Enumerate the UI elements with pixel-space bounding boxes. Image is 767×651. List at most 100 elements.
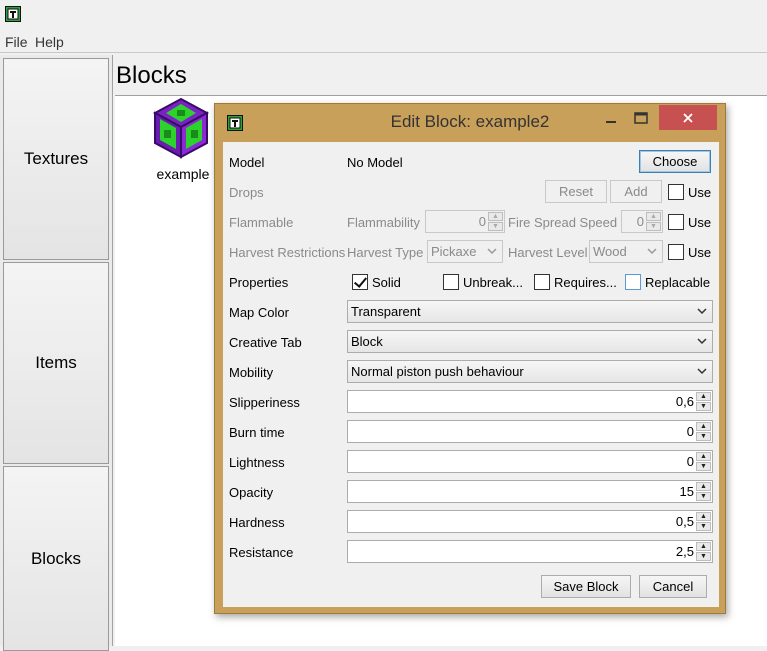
harvest-level-select[interactable]: Wood <box>589 240 663 263</box>
spinner-arrows: ▲ ▼ <box>696 422 711 441</box>
burn-time-label: Burn time <box>229 425 285 440</box>
mobility-select[interactable]: Normal piston push behaviour <box>347 360 713 383</box>
flammable-use-checkbox[interactable] <box>668 214 684 230</box>
chevron-down-icon <box>696 364 708 378</box>
burn-time-value: 0 <box>686 424 694 439</box>
close-button[interactable] <box>659 105 717 130</box>
cancel-button[interactable]: Cancel <box>639 575 707 598</box>
harvest-level-label: Harvest Level <box>508 245 588 260</box>
spinner-up-icon[interactable]: ▲ <box>646 212 661 221</box>
creative-tab-value: Block <box>351 334 383 349</box>
choose-model-button[interactable]: Choose <box>639 150 711 173</box>
harvest-level-value: Wood <box>593 244 627 259</box>
menu-help[interactable]: Help <box>35 34 64 50</box>
model-label: Model <box>229 155 265 170</box>
dialog-body: Model No Model Choose Drops Reset Add Us… <box>223 142 719 607</box>
spinner-up-icon[interactable]: ▲ <box>696 392 711 401</box>
mobility-label: Mobility <box>229 365 274 380</box>
spinner-arrows: ▲ ▼ <box>696 482 711 501</box>
spinner-up-icon[interactable]: ▲ <box>696 452 711 461</box>
flammable-label: Flammable <box>229 215 294 230</box>
requires-tool-checkbox[interactable] <box>534 274 550 290</box>
drops-add-button[interactable]: Add <box>610 180 662 203</box>
hardness-label: Hardness <box>229 515 285 530</box>
fire-spread-spinner[interactable]: 0 ▲ ▼ <box>621 210 663 233</box>
spinner-arrows: ▲ ▼ <box>488 212 503 231</box>
spinner-up-icon[interactable]: ▲ <box>488 212 503 221</box>
flammability-value: 0 <box>478 214 486 229</box>
slipperiness-spinner[interactable]: 0,6 ▲ ▼ <box>347 390 713 413</box>
spinner-up-icon[interactable]: ▲ <box>696 512 711 521</box>
menu-file[interactable]: File <box>5 34 28 50</box>
spinner-down-icon[interactable]: ▼ <box>696 492 711 501</box>
window-titlebar <box>0 0 767 30</box>
main-header: Blocks <box>115 55 767 96</box>
spinner-down-icon[interactable]: ▼ <box>696 402 711 411</box>
creative-tab-label: Creative Tab <box>229 335 302 350</box>
replacable-label: Replacable <box>645 275 711 290</box>
lightness-spinner[interactable]: 0 ▲ ▼ <box>347 450 713 473</box>
unbreakable-checkbox[interactable] <box>443 274 459 290</box>
spinner-down-icon[interactable]: ▼ <box>696 552 711 561</box>
spinner-down-icon[interactable]: ▼ <box>488 222 503 231</box>
harvest-use-checkbox[interactable] <box>668 244 684 260</box>
drops-reset-button-label: Reset <box>559 184 593 199</box>
spinner-up-icon[interactable]: ▲ <box>696 542 711 551</box>
chevron-down-icon <box>696 304 708 318</box>
spinner-arrows: ▲ ▼ <box>646 212 661 231</box>
resistance-label: Resistance <box>229 545 294 560</box>
maximize-button[interactable] <box>627 105 655 130</box>
save-block-button-label: Save Block <box>553 579 619 594</box>
drops-reset-button[interactable]: Reset <box>545 180 607 203</box>
spinner-up-icon[interactable]: ▲ <box>696 482 711 491</box>
fire-spread-value: 0 <box>636 214 644 229</box>
block-tile[interactable]: example <box>145 97 221 189</box>
flammability-label: Flammability <box>347 215 420 230</box>
maximize-icon <box>634 111 648 124</box>
slipperiness-value: 0,6 <box>675 394 694 409</box>
map-color-label: Map Color <box>229 305 289 320</box>
sidebar-item-label: Items <box>35 353 77 372</box>
flammability-spinner[interactable]: 0 ▲ ▼ <box>425 210 505 233</box>
sidebar-item-items[interactable]: Items <box>3 262 109 464</box>
choose-model-button-label: Choose <box>652 154 698 169</box>
opacity-spinner[interactable]: 15 ▲ ▼ <box>347 480 713 503</box>
chevron-down-icon <box>486 244 498 258</box>
slipperiness-label: Slipperiness <box>229 395 300 410</box>
spinner-up-icon[interactable]: ▲ <box>696 422 711 431</box>
drops-use-label: Use <box>688 185 712 200</box>
spinner-down-icon[interactable]: ▼ <box>696 462 711 471</box>
spinner-down-icon[interactable]: ▼ <box>696 432 711 441</box>
map-color-select[interactable]: Transparent <box>347 300 713 323</box>
flammable-use-label: Use <box>688 215 712 230</box>
sidebar-item-textures[interactable]: Textures <box>3 58 109 260</box>
spinner-arrows: ▲ ▼ <box>696 542 711 561</box>
spinner-down-icon[interactable]: ▼ <box>646 222 661 231</box>
harvest-use-label: Use <box>688 245 712 260</box>
creative-tab-select[interactable]: Block <box>347 330 713 353</box>
chevron-down-icon <box>646 244 658 258</box>
app-icon <box>5 6 21 22</box>
close-icon <box>683 112 693 123</box>
solid-checkbox[interactable] <box>352 274 368 290</box>
resistance-spinner[interactable]: 2,5 ▲ ▼ <box>347 540 713 563</box>
spinner-arrows: ▲ ▼ <box>696 512 711 531</box>
replacable-checkbox[interactable] <box>625 274 641 290</box>
harvest-type-select[interactable]: Pickaxe <box>427 240 503 263</box>
chevron-down-icon <box>696 334 708 348</box>
save-block-button[interactable]: Save Block <box>541 575 631 598</box>
mobility-value: Normal piston push behaviour <box>351 364 524 379</box>
burn-time-spinner[interactable]: 0 ▲ ▼ <box>347 420 713 443</box>
hardness-spinner[interactable]: 0,5 ▲ ▼ <box>347 510 713 533</box>
resistance-value: 2,5 <box>675 544 694 559</box>
page-title: Blocks <box>116 62 187 89</box>
minimize-button[interactable] <box>597 105 625 130</box>
spinner-down-icon[interactable]: ▼ <box>696 522 711 531</box>
drops-use-checkbox[interactable] <box>668 184 684 200</box>
edit-block-dialog: Edit Block: example2 Model No Model Choo… <box>214 103 726 614</box>
sidebar-item-label: Textures <box>23 149 89 168</box>
unbreakable-label: Unbreak... <box>463 275 523 290</box>
opacity-label: Opacity <box>229 485 274 500</box>
sidebar-item-blocks[interactable]: Blocks <box>3 466 109 651</box>
sidebar-item-label: Blocks <box>30 548 82 568</box>
